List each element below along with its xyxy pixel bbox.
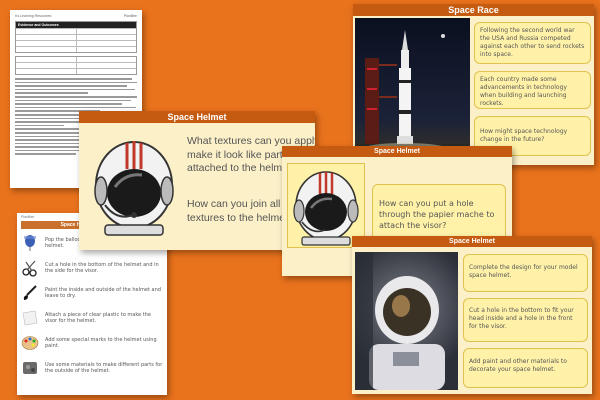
instruction-step: Attach a piece of clear plastic to make … [21,307,163,329]
materials-icon [21,359,39,377]
helmet-slide-2-question-box: How can you put a hole through the papie… [372,184,506,244]
helmet-slide-3-info-box-2: Cut a hole in the bottom to fit your hea… [463,298,588,342]
rocket-launch-photo [355,18,470,162]
plastic-icon [21,309,39,327]
helmet-slide-1-title: Space Helmet [79,111,315,123]
rocket-icon [355,30,470,162]
instruction-step: Cut a hole in the bottom of the helmet a… [21,257,163,279]
helmet-slide-3-info-box-3: Add paint and other materials to decorat… [463,348,588,388]
instruction-step-text: Cut a hole in the bottom of the helmet a… [45,261,159,275]
palette-icon [21,334,39,352]
document-table-2 [15,56,137,75]
helmet-slide-3-title: Space Helmet [352,236,592,247]
astronaut-icon [355,252,445,390]
helmet-illustration [87,129,182,239]
instruction-step-text: Paint the inside and outside of the helm… [45,286,161,300]
instruction-step-text: Add some special marks to the helmet usi… [45,336,157,350]
space-helmet-slide-3: Space Helmet Complete the design for you… [352,236,592,394]
scissors-icon [21,259,39,277]
space-helmet-icon [94,141,174,236]
instruction-step: Use some materials to make different par… [21,357,163,379]
helmet-slide-3-info-box-1: Complete the design for your model space… [463,254,588,292]
space-helmet-slide-1: Space Helmet What textures can you apply… [79,111,315,250]
instruction-step-text: Use some materials to make different par… [45,361,163,375]
space-race-info-box-2: Each country made some advancements in t… [474,71,591,109]
document-header-left: Ks Learning Resources [15,14,52,18]
helmet-slide-2-title: Space Helmet [282,146,512,157]
instruction-step-text: Attach a piece of clear plastic to make … [45,311,151,325]
space-race-info-box-1: Following the second world war the USA a… [474,22,591,64]
space-race-slide: Space Race Following the second world wa… [353,4,594,165]
paintbrush-icon [21,284,39,302]
document-header-right: PlanBee [123,14,137,18]
space-race-title: Space Race [353,4,594,16]
instruction-step: Add some special marks to the helmet usi… [21,332,163,354]
document-table-1: Evidence and Outcomes [15,21,137,53]
balloon-icon [21,234,39,252]
instruction-step: Paint the inside and outside of the helm… [21,282,163,304]
space-helmet-icon [293,171,359,246]
astronaut-photo [355,252,458,390]
